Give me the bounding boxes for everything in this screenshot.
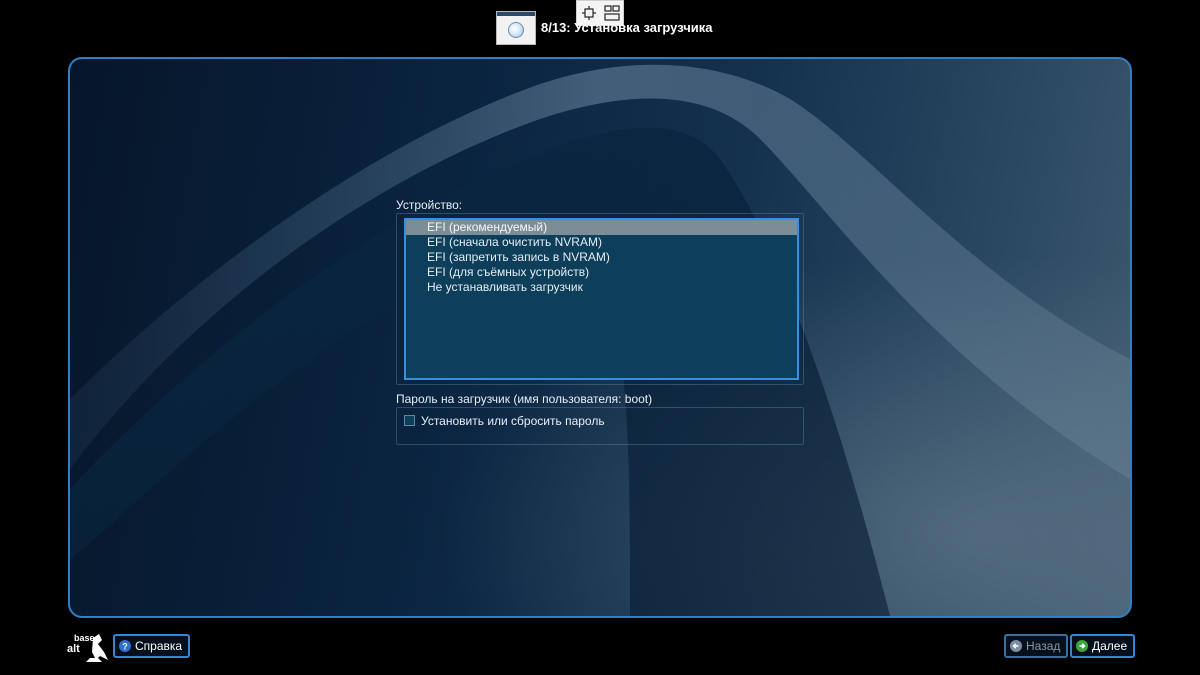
help-icon: ? [119, 640, 131, 652]
next-button-label: Далее [1092, 639, 1128, 653]
device-option[interactable]: EFI (запретить запись в NVRAM) [406, 250, 797, 265]
help-button[interactable]: ? Справка [113, 634, 191, 658]
step-title: 8/13: Установка загрузчика [541, 20, 713, 35]
device-option[interactable]: EFI (сначала очистить NVRAM) [406, 235, 797, 250]
next-button[interactable]: Далее [1070, 634, 1136, 658]
device-option[interactable]: EFI (рекомендуемый) [406, 220, 797, 235]
device-label: Устройство: [396, 198, 463, 212]
logo-text-base: base [74, 633, 95, 643]
password-label: Пароль на загрузчик (имя пользователя: b… [396, 392, 653, 406]
basealt-logo: base alt [66, 630, 110, 664]
arrow-right-icon [1076, 640, 1088, 652]
arrow-left-icon [1010, 640, 1022, 652]
back-button[interactable]: Назад [1004, 634, 1069, 658]
installer-window-icon [496, 11, 536, 45]
device-listbox[interactable]: EFI (рекомендуемый) EFI (сначала очистить… [404, 218, 799, 380]
device-option[interactable]: Не устанавливать загрузчик [406, 280, 797, 295]
help-button-label: Справка [135, 639, 183, 653]
password-checkbox-label[interactable]: Установить или сбросить пароль [421, 414, 605, 428]
device-option[interactable]: EFI (для съёмных устройств) [406, 265, 797, 280]
logo-text-alt: alt [67, 643, 80, 655]
title-bar: 8/13: Установка загрузчика [0, 0, 1200, 50]
main-panel: Устройство: EFI (рекомендуемый) EFI (снач… [68, 57, 1132, 618]
password-checkbox[interactable] [404, 415, 415, 426]
back-button-label: Назад [1026, 639, 1061, 653]
svg-text:?: ? [122, 642, 128, 652]
